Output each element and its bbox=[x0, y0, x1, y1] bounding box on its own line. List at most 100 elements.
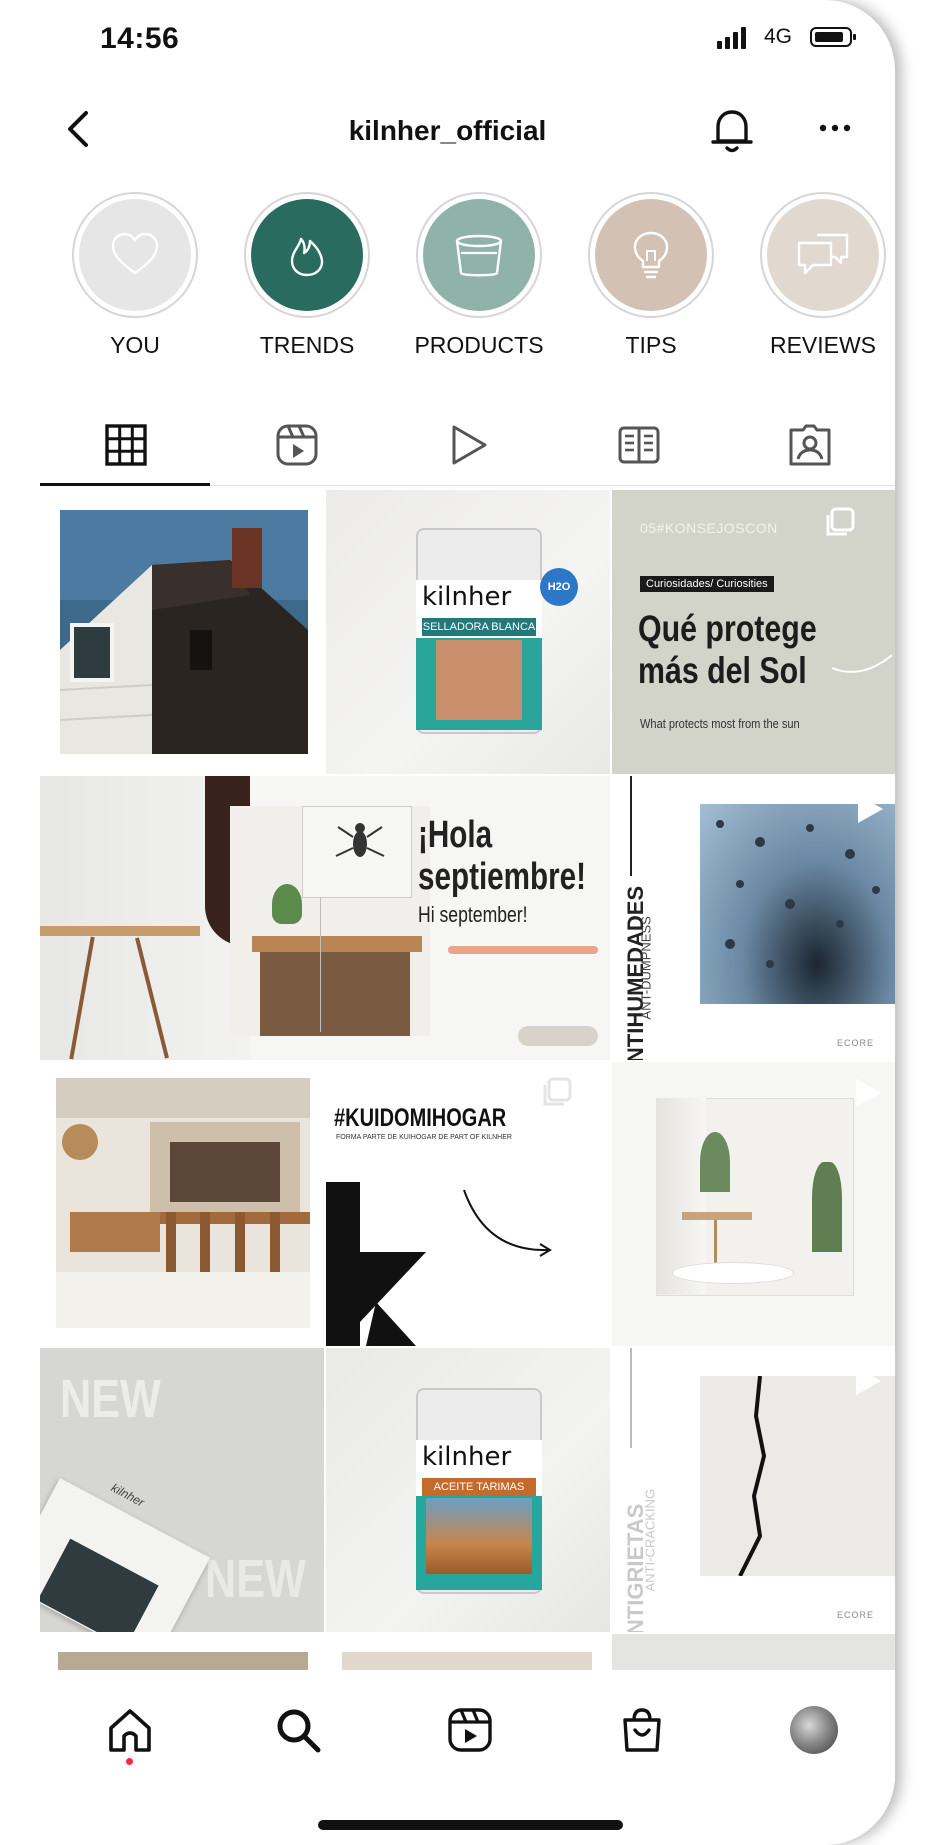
nav-home[interactable] bbox=[100, 1700, 160, 1760]
nav-profile[interactable] bbox=[784, 1700, 844, 1760]
post-row5-1[interactable] bbox=[40, 1634, 324, 1670]
highlight-trends[interactable]: TRENDS bbox=[242, 192, 372, 359]
lightbulb-icon bbox=[633, 231, 669, 279]
post-subtitle: Hi september! bbox=[418, 902, 528, 927]
notification-dot bbox=[126, 1758, 133, 1765]
house-photo bbox=[59, 510, 308, 754]
post-title-line-1: ¡Hola bbox=[418, 814, 493, 856]
nav-reels[interactable] bbox=[440, 1700, 500, 1760]
product-name: SELLADORA BLANCA bbox=[422, 618, 536, 636]
post-subtitle: What protects most from the sun bbox=[640, 716, 800, 731]
highlight-label: TIPS bbox=[625, 332, 677, 358]
h2o-badge: H2O bbox=[540, 568, 578, 606]
highlight-reviews[interactable]: REVIEWS bbox=[758, 192, 888, 359]
post-brand: ECORE bbox=[837, 1038, 875, 1048]
post-title-line-2: más del Sol bbox=[638, 650, 807, 691]
highlight-products[interactable]: PRODUCTS bbox=[414, 192, 544, 359]
tab-guides[interactable] bbox=[553, 405, 724, 485]
profile-username: kilnher_official bbox=[348, 115, 547, 146]
insect-illustration bbox=[335, 823, 385, 857]
reel-play-icon bbox=[856, 1367, 881, 1395]
bell-icon[interactable] bbox=[708, 105, 756, 155]
post-hola-septiembre[interactable]: ¡Hola septiembre! Hi september! bbox=[40, 776, 610, 1060]
post-vertical-subtitle: ANTI-CRACKING bbox=[642, 1488, 658, 1592]
product-brand: kilnher bbox=[422, 1442, 512, 1472]
active-tab-indicator bbox=[40, 483, 210, 486]
highlight-label: PRODUCTS bbox=[414, 332, 544, 358]
product-name: ACEITE TARIMAS bbox=[422, 1478, 536, 1496]
nav-shop[interactable] bbox=[612, 1700, 672, 1760]
highlight-you[interactable]: YOU bbox=[70, 192, 200, 359]
post-selladora[interactable]: kilnher SELLADORA BLANCA H2O bbox=[326, 490, 610, 774]
product-brand: kilnher bbox=[422, 582, 512, 612]
post-tag: Curiosidades/ Curiosities bbox=[640, 576, 774, 592]
arrow-icon bbox=[463, 1189, 552, 1257]
post-antigrietas[interactable]: ANTIGRIETAS ANTI-CRACKING ECORE bbox=[612, 1348, 895, 1632]
carousel-icon bbox=[826, 507, 855, 536]
post-hashtag: #KUIDOMIHOGAR bbox=[334, 1104, 507, 1132]
post-grid: kilnher SELLADORA BLANCA H2O 05#KONSEJOS… bbox=[40, 490, 895, 1670]
post-vertical-subtitle: ANT-DUMPNESS bbox=[638, 916, 654, 1020]
post-overlay-text: NEW bbox=[205, 1549, 306, 1609]
highlight-label: TRENDS bbox=[259, 332, 355, 358]
tab-grid[interactable] bbox=[40, 405, 211, 485]
tab-reels[interactable] bbox=[211, 405, 382, 485]
post-antihumedades[interactable]: ANTIHUMEDADES ANT-DUMPNESS ECORE bbox=[612, 776, 895, 1060]
tab-videos[interactable] bbox=[382, 405, 553, 485]
shopping-bag-icon bbox=[623, 1708, 661, 1752]
post-title-line-2: septiembre! bbox=[418, 856, 587, 898]
post-row5-3[interactable] bbox=[612, 1634, 895, 1670]
post-row5-2[interactable] bbox=[326, 1634, 610, 1670]
more-options-icon[interactable] bbox=[815, 108, 855, 148]
status-time: 14:56 bbox=[100, 22, 180, 55]
k-logo bbox=[326, 1182, 426, 1346]
profile-tabs bbox=[40, 405, 895, 485]
crack-illustration bbox=[738, 1376, 767, 1576]
search-icon bbox=[277, 1709, 321, 1753]
status-bar: 14:56 4G bbox=[0, 0, 895, 80]
reels-icon bbox=[276, 424, 317, 466]
flame-icon bbox=[290, 237, 324, 277]
terrace-photo bbox=[56, 1078, 310, 1328]
post-brand: ECORE bbox=[837, 1610, 875, 1620]
post-terrace[interactable] bbox=[40, 1062, 324, 1346]
phone-screen: 14:56 4G kilnher_official YOU TRENDS PRO… bbox=[0, 0, 895, 1845]
post-house[interactable] bbox=[40, 490, 324, 774]
profile-header: kilnher_official bbox=[0, 95, 895, 165]
raindrops bbox=[716, 820, 880, 968]
reel-play-icon bbox=[856, 1079, 881, 1107]
battery-icon bbox=[810, 27, 856, 47]
avatar bbox=[790, 1706, 838, 1754]
highlight-tips[interactable]: TIPS bbox=[586, 192, 716, 359]
home-icon bbox=[109, 1709, 151, 1752]
tab-tagged[interactable] bbox=[724, 405, 895, 485]
chat-bubbles-icon bbox=[797, 233, 849, 275]
highlight-label: REVIEWS bbox=[769, 332, 877, 358]
post-que-protege[interactable]: 05#KONSEJOSCON Curiosidades/ Curiosities… bbox=[612, 490, 895, 774]
post-interior[interactable] bbox=[612, 1062, 895, 1346]
signal-icon bbox=[717, 27, 746, 49]
bottom-nav bbox=[0, 1670, 895, 1845]
guide-icon bbox=[618, 426, 659, 464]
post-kuidomihogar[interactable]: #KUIDOMIHOGAR FORMA PARTE DE KUIHOGAR DE… bbox=[326, 1062, 610, 1346]
reels-icon bbox=[448, 1708, 492, 1752]
tagged-icon bbox=[789, 424, 830, 466]
carousel-icon bbox=[543, 1077, 572, 1106]
grid-icon bbox=[104, 424, 147, 466]
heart-icon bbox=[111, 232, 159, 275]
post-overlay-text: NEW bbox=[60, 1369, 161, 1429]
post-title: ¡Hola septiembre! bbox=[418, 814, 586, 898]
post-small-text: FORMA PARTE DE KUIHOGAR DE PART OF KILNH… bbox=[336, 1134, 512, 1141]
reel-play-icon bbox=[858, 795, 883, 823]
nav-search[interactable] bbox=[268, 1700, 328, 1760]
post-new-catalog[interactable]: NEW NEW kilnher bbox=[40, 1348, 324, 1632]
post-title: Qué protege más del Sol bbox=[638, 608, 817, 692]
highlight-label: YOU bbox=[110, 332, 160, 358]
home-indicator bbox=[318, 1820, 623, 1830]
post-title-line-1: Qué protege bbox=[638, 608, 817, 649]
play-icon bbox=[452, 425, 486, 465]
network-label: 4G bbox=[764, 25, 793, 48]
post-aceite-tarimas[interactable]: kilnher ACEITE TARIMAS bbox=[326, 1348, 610, 1632]
bucket-icon bbox=[455, 234, 503, 277]
curve-arrow-icon bbox=[831, 654, 892, 673]
